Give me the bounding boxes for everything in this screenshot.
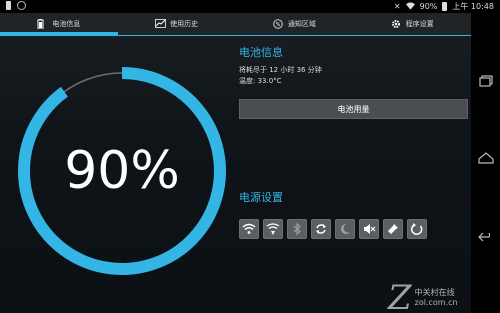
remaining-time: 将耗尽于 12 小时 36 分钟 — [239, 66, 322, 74]
power-toggles — [239, 219, 427, 239]
wifi-hotspot-icon — [266, 223, 280, 235]
app-notification-icon — [17, 1, 26, 10]
recent-apps-icon — [479, 75, 493, 87]
home-button[interactable] — [476, 148, 496, 168]
hotspot-toggle[interactable] — [263, 219, 283, 239]
sync-icon — [316, 224, 326, 234]
battery-icon — [37, 19, 47, 30]
sync-toggle[interactable] — [311, 219, 331, 239]
tab-notification-area[interactable]: % 通知区域 — [236, 13, 354, 35]
watermark-line1: 中关村在线 — [414, 287, 455, 297]
gear-icon — [391, 19, 401, 29]
tab-usage-history[interactable]: 使用历史 — [118, 13, 236, 35]
home-icon — [478, 152, 494, 164]
wifi-icon — [242, 223, 256, 234]
tab-label: 使用历史 — [170, 20, 199, 28]
vibrate-icon: ✕ — [393, 2, 401, 11]
battery-notification-icon — [6, 1, 11, 10]
tab-bar: 电池信息 使用历史 % 通知区域 程序设置 — [0, 13, 471, 35]
percent-icon: % — [273, 19, 283, 29]
night-mode-icon — [341, 224, 350, 234]
status-bar: ✕ 90% 上午 10:48 — [0, 0, 500, 13]
back-icon — [478, 232, 491, 242]
battery-info-title: 电池信息 — [239, 46, 283, 59]
navigation-bar — [471, 13, 500, 313]
tab-battery-info[interactable]: 电池信息 — [0, 13, 118, 35]
app-window: 电池信息 使用历史 % 通知区域 程序设置 90% 电池信息 将耗尽于 12 小… — [0, 13, 471, 313]
back-button[interactable] — [476, 227, 496, 247]
battery-percentage: 90% — [64, 141, 180, 201]
clock: 上午 10:48 — [452, 2, 494, 11]
temperature: 温度: 33.0°C — [239, 77, 282, 85]
battery-percent: 90% — [419, 2, 438, 11]
bluetooth-toggle[interactable] — [287, 219, 307, 239]
wifi-toggle[interactable] — [239, 219, 259, 239]
rotate-icon — [410, 223, 423, 235]
flashlight-toggle[interactable] — [383, 219, 403, 239]
tab-label: 电池信息 — [52, 20, 81, 28]
zol-logo: Z — [388, 278, 412, 313]
tab-divider — [0, 35, 471, 36]
wifi-icon — [405, 1, 415, 12]
tab-label: 通知区域 — [287, 20, 316, 28]
svg-text:%: % — [275, 22, 280, 28]
rotate-toggle[interactable] — [407, 219, 427, 239]
power-settings-title: 电源设置 — [239, 191, 283, 204]
watermark-text: 中关村在线 zol.com.cn — [415, 288, 458, 309]
chart-icon — [155, 19, 167, 29]
mute-toggle[interactable] — [359, 219, 379, 239]
bluetooth-icon — [293, 222, 301, 236]
battery-icon — [442, 2, 448, 11]
flashlight-icon — [388, 224, 398, 234]
battery-usage-button[interactable]: 电池用量 — [239, 99, 468, 119]
recent-apps-button[interactable] — [476, 71, 496, 91]
night-mode-toggle[interactable] — [335, 219, 355, 239]
watermark-line2: zol.com.cn — [414, 298, 458, 307]
tab-label: 程序设置 — [405, 20, 434, 28]
mute-icon — [364, 224, 376, 234]
tab-app-settings[interactable]: 程序设置 — [353, 13, 471, 35]
zol-watermark: Z 中关村在线 zol.com.cn — [388, 281, 458, 313]
